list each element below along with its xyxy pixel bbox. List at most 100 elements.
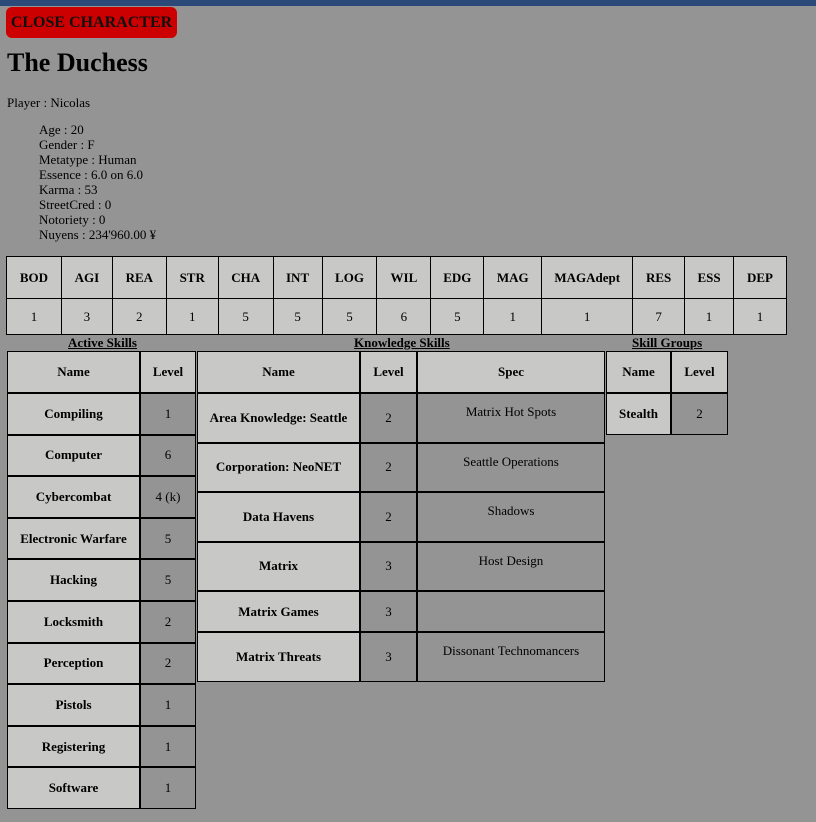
attr-header-int: INT (272, 256, 323, 299)
table-row: Perception 2 (7, 642, 196, 685)
skill-group-name: Stealth (606, 393, 671, 435)
essence-field: Essence : 6.0 on 6.0 (39, 167, 143, 182)
attr-header-cha: CHA (217, 256, 274, 299)
knowledge-level-header: Level (360, 351, 417, 393)
attr-header-edg: EDG (430, 256, 485, 299)
top-bar (0, 0, 816, 6)
attr-value-mag: 1 (483, 298, 543, 335)
skill-name: Registering (7, 725, 140, 768)
attr-header-bod: BOD (6, 256, 62, 299)
attributes-table: BOD AGI REA STR CHA INT LOG WIL EDG MAG … (6, 256, 788, 335)
skill-level: 5 (140, 559, 196, 601)
knowledge-spec (417, 591, 605, 632)
skill-level: 6 (140, 434, 196, 477)
character-info-list: Age : 20 Gender : F Metatype : Human Ess… (39, 122, 156, 242)
knowledge-level: 3 (360, 591, 417, 632)
attr-header-magadept: MAGAdept (541, 256, 634, 299)
attr-header-agi: AGI (60, 256, 113, 299)
knowledge-name: Area Knowledge: Seattle (197, 393, 360, 443)
attr-header-res: RES (632, 256, 686, 299)
table-row: Hacking 5 (7, 559, 196, 601)
attr-value-bod: 1 (6, 298, 62, 335)
knowledge-level: 2 (360, 492, 417, 542)
skill-level: 1 (140, 767, 196, 809)
skill-name: Pistols (7, 684, 140, 726)
knowledge-name: Data Havens (197, 492, 360, 542)
table-row: Computer 6 (7, 434, 196, 477)
skill-name: Locksmith (7, 600, 140, 643)
table-row: Registering 1 (7, 725, 196, 768)
active-skills-level-header: Level (140, 351, 196, 393)
skill-level: 5 (140, 517, 196, 560)
knowledge-spec: Dissonant Technomancers (417, 632, 605, 682)
attributes-value-row: 1 3 2 1 5 5 5 6 5 1 1 7 1 1 (6, 298, 788, 335)
attr-value-magadept: 1 (541, 298, 634, 335)
attr-value-wil: 6 (376, 298, 432, 335)
skill-groups-level-header: Level (671, 351, 728, 393)
knowledge-name: Matrix (197, 541, 360, 591)
knowledge-level: 2 (360, 442, 417, 492)
table-row: Matrix Threats 3 Dissonant Technomancers (197, 632, 605, 682)
skill-name: Compiling (7, 393, 140, 435)
knowledge-spec: Matrix Hot Spots (417, 393, 605, 443)
attr-value-agi: 3 (60, 298, 113, 335)
skill-name: Computer (7, 434, 140, 477)
active-skills-header-row: Name Level (7, 351, 196, 393)
skill-groups-title: Skill Groups (632, 335, 703, 350)
table-row: Corporation: NeoNET 2 Seattle Operations (197, 442, 605, 492)
knowledge-name: Corporation: NeoNET (197, 442, 360, 492)
attributes-header-row: BOD AGI REA STR CHA INT LOG WIL EDG MAG … (6, 256, 788, 299)
age-field: Age : 20 (39, 122, 84, 137)
knowledge-level: 3 (360, 632, 417, 682)
skill-groups-name-header: Name (606, 351, 671, 393)
metatype-field: Metatype : Human (39, 152, 137, 167)
attr-value-res: 7 (632, 298, 686, 335)
player-name: Player : Nicolas (7, 95, 91, 110)
karma-field: Karma : 53 (39, 182, 98, 197)
table-row: Matrix Games 3 (197, 591, 605, 632)
knowledge-level: 2 (360, 393, 417, 443)
skill-groups-table: Name Level Stealth 2 (606, 351, 728, 435)
table-row: Locksmith 2 (7, 600, 196, 643)
skill-name: Cybercombat (7, 476, 140, 518)
table-row: Cybercombat 4 (k) (7, 476, 196, 518)
knowledge-spec: Host Design (417, 541, 605, 591)
skill-name: Perception (7, 642, 140, 685)
attr-value-rea: 2 (111, 298, 167, 335)
character-name: The Duchess (7, 48, 148, 77)
skill-groups-header-row: Name Level (606, 351, 728, 393)
skill-name: Hacking (7, 559, 140, 601)
knowledge-name: Matrix Games (197, 591, 360, 632)
table-row: Electronic Warfare 5 (7, 517, 196, 560)
gender-field: Gender : F (39, 137, 95, 152)
attr-header-str: STR (165, 256, 219, 299)
attr-value-edg: 5 (430, 298, 485, 335)
notoriety-field: Notoriety : 0 (39, 212, 106, 227)
table-row: Area Knowledge: Seattle 2 Matrix Hot Spo… (197, 393, 605, 443)
skill-level: 1 (140, 393, 196, 435)
attr-value-str: 1 (165, 298, 219, 335)
attr-value-ess: 1 (684, 298, 734, 335)
skill-name: Software (7, 767, 140, 809)
active-skills-name-header: Name (7, 351, 140, 393)
active-skills-table: Name Level Compiling 1 Computer 6 Cybercom… (7, 351, 196, 809)
nuyens-field: Nuyens : 234'960.00 ¥ (39, 227, 157, 242)
attr-value-dep: 1 (732, 298, 788, 335)
skill-level: 1 (140, 725, 196, 768)
attr-header-rea: REA (111, 256, 167, 299)
knowledge-skills-table: Name Level Spec Area Knowledge: Seattle … (197, 351, 605, 682)
skill-level: 1 (140, 684, 196, 726)
attr-value-int: 5 (272, 298, 323, 335)
table-row: Data Havens 2 Shadows (197, 492, 605, 542)
table-row: Pistols 1 (7, 684, 196, 726)
knowledge-spec: Seattle Operations (417, 442, 605, 492)
knowledge-name: Matrix Threats (197, 632, 360, 682)
skill-name: Electronic Warfare (7, 517, 140, 560)
attr-value-log: 5 (321, 298, 378, 335)
skill-level: 2 (140, 600, 196, 643)
attr-value-cha: 5 (217, 298, 274, 335)
attr-header-log: LOG (321, 256, 378, 299)
close-character-button[interactable]: CLOSE CHARACTER (6, 7, 177, 38)
knowledge-spec-header: Spec (417, 351, 605, 393)
skill-group-level: 2 (671, 393, 728, 435)
